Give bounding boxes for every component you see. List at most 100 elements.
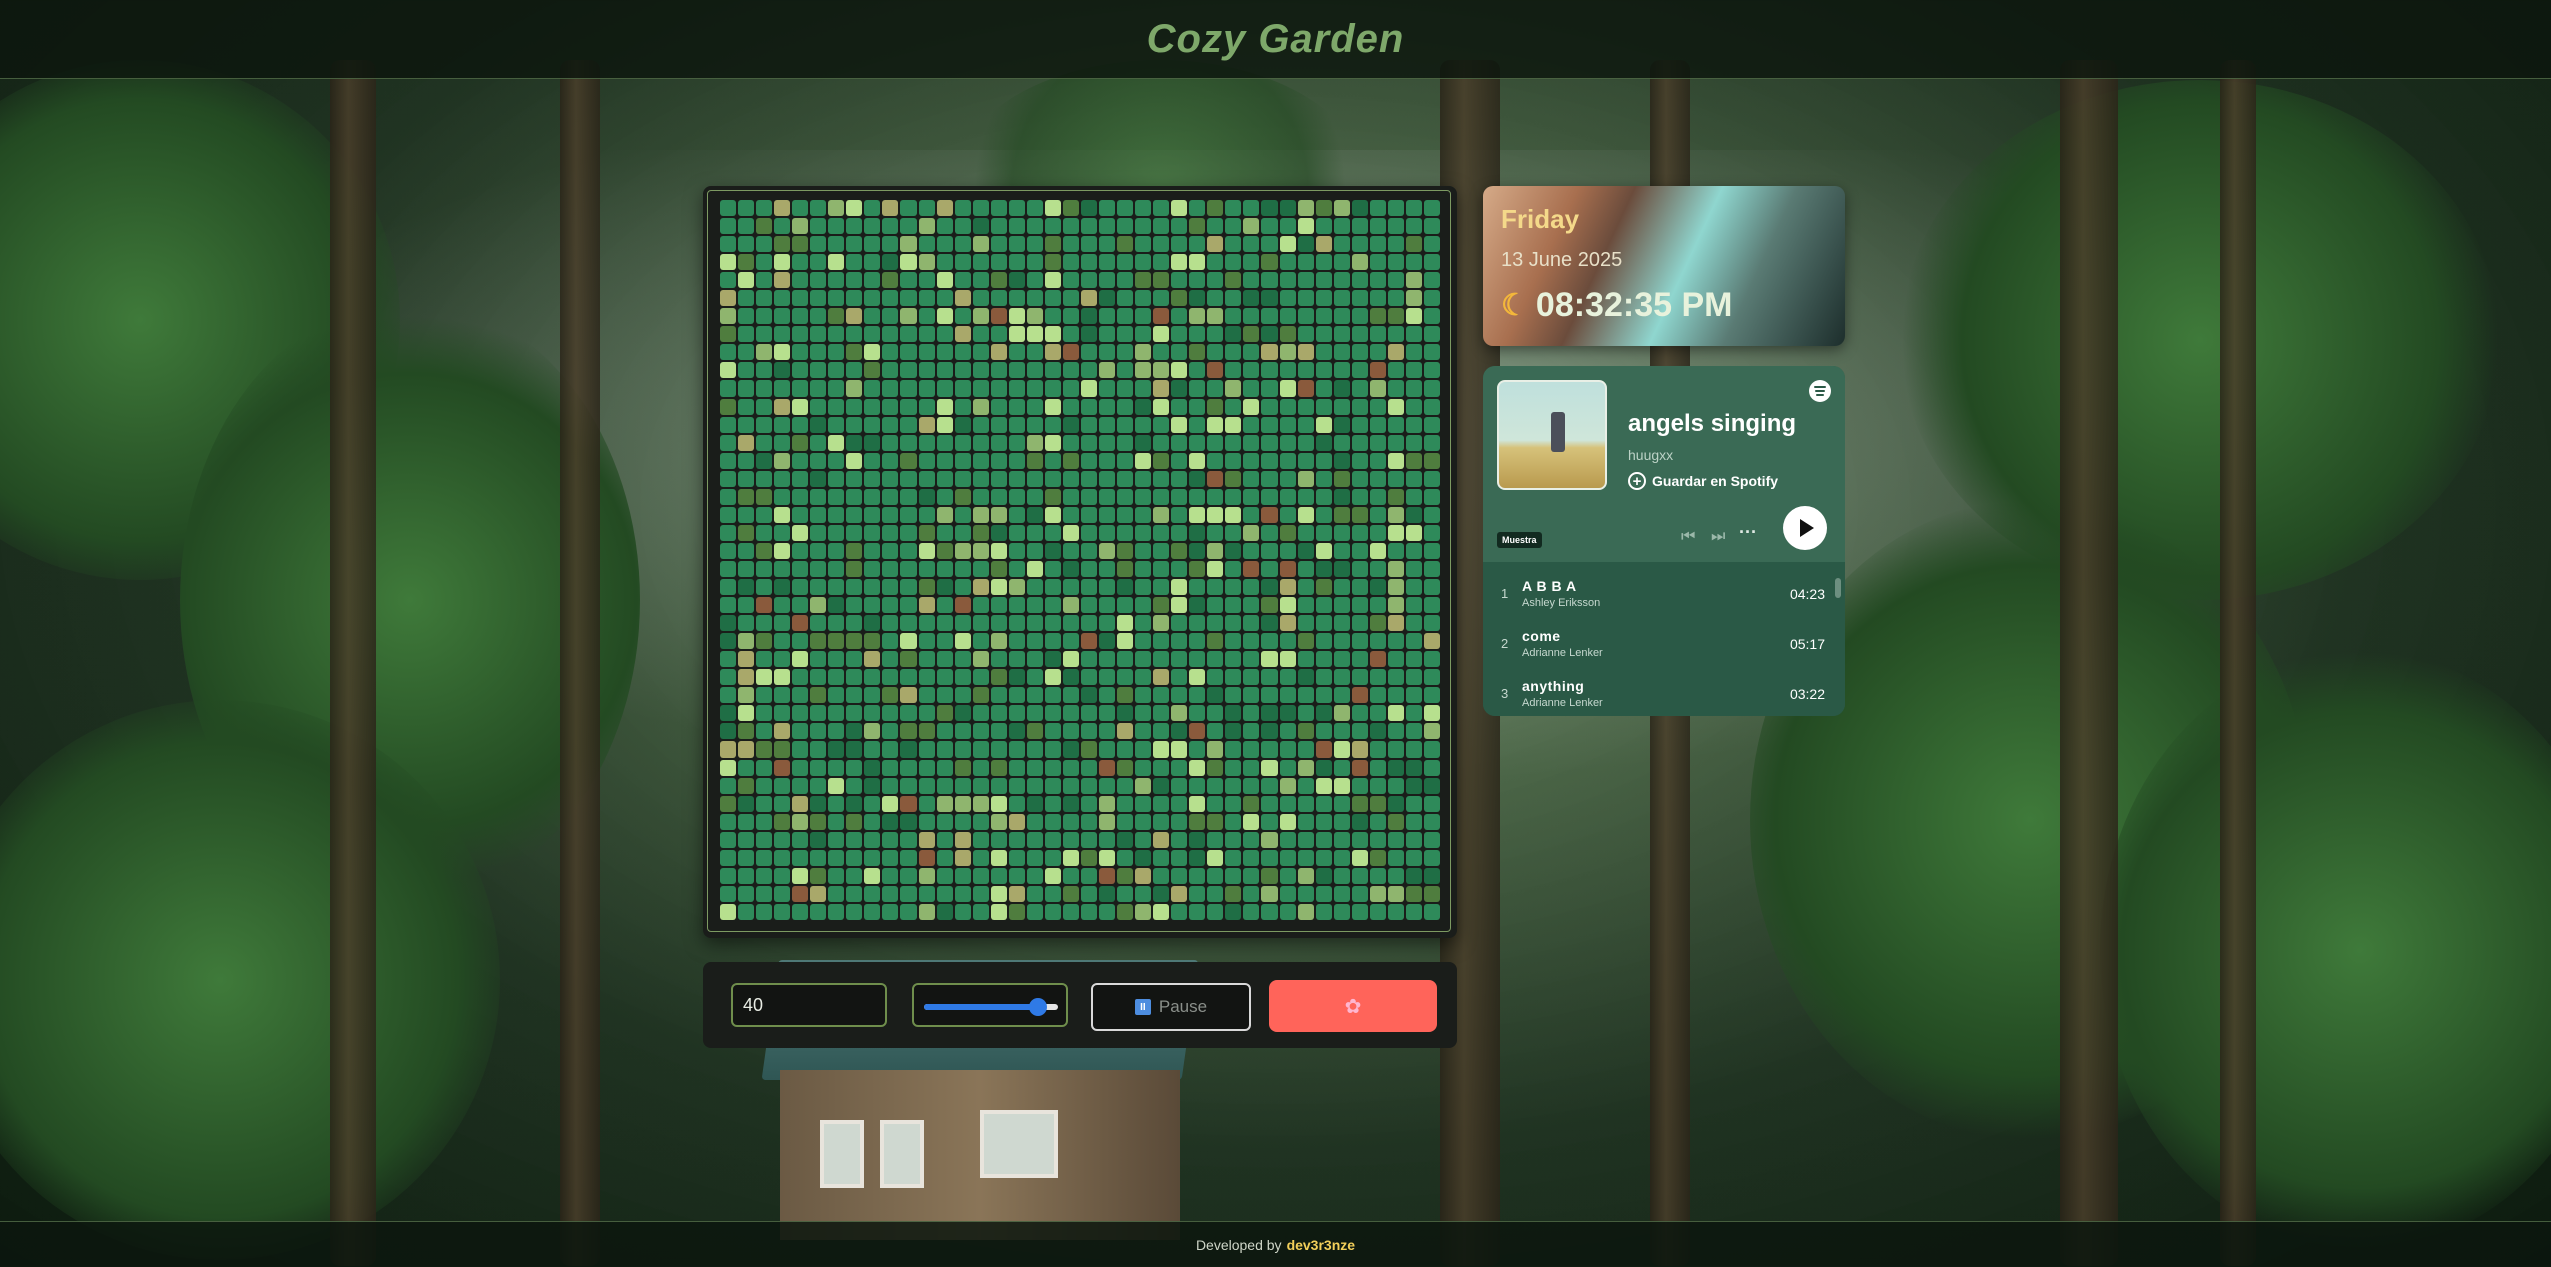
garden-cell[interactable] [1044, 831, 1061, 848]
garden-cell[interactable] [738, 669, 755, 686]
garden-cell[interactable] [846, 272, 863, 289]
garden-cell[interactable] [954, 560, 971, 578]
garden-cell[interactable] [846, 236, 863, 253]
garden-cell[interactable] [1279, 218, 1296, 235]
garden-cell[interactable] [792, 705, 809, 722]
garden-cell[interactable] [936, 885, 953, 902]
garden-cell[interactable] [1261, 560, 1278, 578]
garden-cell[interactable] [810, 452, 827, 469]
garden-cell[interactable] [864, 416, 881, 433]
garden-cell[interactable] [1333, 398, 1350, 415]
garden-cell[interactable] [1315, 488, 1332, 505]
garden-cell[interactable] [828, 597, 845, 614]
garden-cell[interactable] [1279, 849, 1296, 866]
garden-cell[interactable] [1117, 236, 1134, 253]
garden-cell[interactable] [1333, 687, 1350, 704]
garden-cell[interactable] [1062, 290, 1079, 307]
garden-cell[interactable] [774, 434, 791, 451]
garden-cell[interactable] [1369, 344, 1386, 361]
garden-cell[interactable] [936, 254, 953, 271]
garden-cell[interactable] [1008, 795, 1025, 812]
garden-cell[interactable] [792, 380, 809, 397]
garden-cell[interactable] [882, 200, 899, 217]
garden-cell[interactable] [1189, 579, 1206, 596]
garden-cell[interactable] [918, 326, 935, 343]
garden-cell[interactable] [1062, 236, 1079, 253]
garden-cell[interactable] [1153, 741, 1170, 758]
garden-cell[interactable] [1080, 795, 1098, 812]
garden-cell[interactable] [738, 218, 755, 235]
garden-cell[interactable] [774, 470, 791, 487]
garden-cell[interactable] [1369, 398, 1386, 415]
garden-cell[interactable] [936, 741, 953, 758]
garden-cell[interactable] [1008, 741, 1025, 758]
garden-cell[interactable] [900, 560, 917, 578]
garden-cell[interactable] [792, 254, 809, 271]
garden-cell[interactable] [774, 506, 791, 523]
garden-cell[interactable] [1207, 308, 1224, 325]
garden-cell[interactable] [1279, 362, 1296, 379]
garden-cell[interactable] [1189, 218, 1206, 235]
garden-cell[interactable] [846, 687, 863, 704]
garden-cell[interactable] [1315, 849, 1332, 866]
garden-cell[interactable] [1135, 308, 1152, 325]
garden-cell[interactable] [1117, 416, 1134, 433]
garden-cell[interactable] [1099, 705, 1116, 722]
garden-cell[interactable] [882, 542, 899, 559]
garden-cell[interactable] [1171, 236, 1188, 253]
garden-cell[interactable] [1261, 200, 1278, 217]
garden-cell[interactable] [1062, 795, 1079, 812]
garden-cell[interactable] [1315, 326, 1332, 343]
garden-cell[interactable] [1008, 759, 1025, 776]
garden-cell[interactable] [1008, 308, 1025, 325]
garden-cell[interactable] [738, 615, 755, 632]
garden-cell[interactable] [792, 470, 809, 487]
garden-cell[interactable] [1369, 579, 1386, 596]
garden-cell[interactable] [1297, 687, 1314, 704]
garden-cell[interactable] [846, 398, 863, 415]
garden-cell[interactable] [1008, 326, 1025, 343]
garden-cell[interactable] [738, 344, 755, 361]
garden-cell[interactable] [954, 777, 971, 794]
garden-cell[interactable] [1405, 326, 1422, 343]
garden-cell[interactable] [1026, 777, 1043, 794]
garden-cell[interactable] [1062, 885, 1079, 902]
garden-cell[interactable] [1026, 795, 1043, 812]
garden-cell[interactable] [1044, 272, 1061, 289]
garden-cell[interactable] [1135, 795, 1152, 812]
garden-cell[interactable] [1279, 308, 1296, 325]
garden-cell[interactable] [1423, 849, 1440, 866]
garden-cell[interactable] [1297, 777, 1314, 794]
garden-cell[interactable] [1315, 597, 1332, 614]
garden-cell[interactable] [810, 272, 827, 289]
garden-cell[interactable] [1279, 236, 1296, 253]
garden-cell[interactable] [1225, 344, 1242, 361]
garden-cell[interactable] [1117, 200, 1134, 217]
garden-cell[interactable] [1369, 831, 1386, 848]
garden-cell[interactable] [1080, 200, 1098, 217]
garden-cell[interactable] [810, 488, 827, 505]
garden-cell[interactable] [1423, 434, 1440, 451]
garden-cell[interactable] [1062, 903, 1079, 920]
garden-cell[interactable] [846, 669, 863, 686]
garden-cell[interactable] [1135, 885, 1152, 902]
next-track-icon[interactable]: ⏭ [1711, 528, 1725, 546]
garden-cell[interactable] [828, 452, 845, 469]
garden-cell[interactable] [1423, 488, 1440, 505]
garden-cell[interactable] [810, 849, 827, 866]
garden-cell[interactable] [1351, 488, 1368, 505]
garden-cell[interactable] [900, 759, 917, 776]
garden-cell[interactable] [1225, 795, 1242, 812]
garden-cell[interactable] [720, 218, 737, 235]
garden-cell[interactable] [990, 669, 1007, 686]
garden-cell[interactable] [1369, 759, 1386, 776]
garden-cell[interactable] [990, 524, 1007, 541]
garden-cell[interactable] [1117, 290, 1134, 307]
garden-cell[interactable] [1351, 759, 1368, 776]
garden-cell[interactable] [1135, 272, 1152, 289]
garden-cell[interactable] [864, 470, 881, 487]
garden-cell[interactable] [1099, 308, 1116, 325]
garden-cell[interactable] [1207, 542, 1224, 559]
garden-cell[interactable] [1315, 687, 1332, 704]
garden-cell[interactable] [1261, 524, 1278, 541]
